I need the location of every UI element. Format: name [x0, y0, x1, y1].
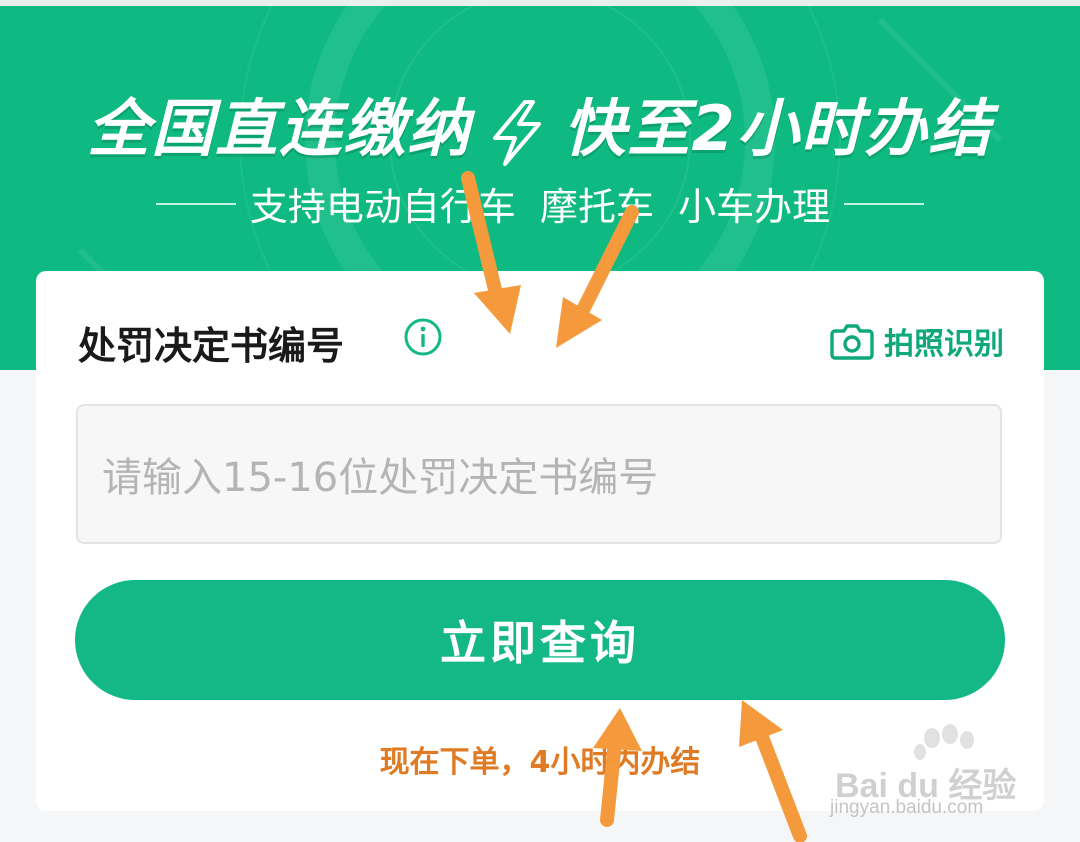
submit-label: 立即查询 [440, 616, 640, 670]
decision-number-input[interactable]: 请输入15-16位处罚决定书编号 [76, 404, 1002, 544]
photo-recognition-label: 拍照识别 [884, 327, 1004, 362]
photo-recognition-button[interactable]: 拍照识别 [830, 319, 1004, 363]
banner-headline: 全国直连缴纳 快至2小时办结 [0, 78, 1080, 168]
headline-left: 全国直连缴纳 [87, 92, 472, 165]
subline-text: 支持电动自行车 摩托车 小车办理 [249, 185, 831, 229]
watermark-url: jingyan.baidu.com [830, 797, 984, 818]
camera-icon [830, 324, 874, 360]
headline-right: 快至2小时办结 [563, 92, 993, 165]
input-placeholder: 请输入15-16位处罚决定书编号 [102, 455, 659, 501]
lightning-bolt-icon [493, 99, 542, 166]
divider-left [155, 202, 236, 205]
form-title: 处罚决定书编号 [78, 324, 345, 368]
submit-query-button[interactable]: 立即查询 [75, 580, 1005, 700]
divider-right [844, 202, 925, 205]
info-icon[interactable] [403, 317, 443, 357]
banner-subline: 支持电动自行车 摩托车 小车办理 [0, 176, 1080, 231]
